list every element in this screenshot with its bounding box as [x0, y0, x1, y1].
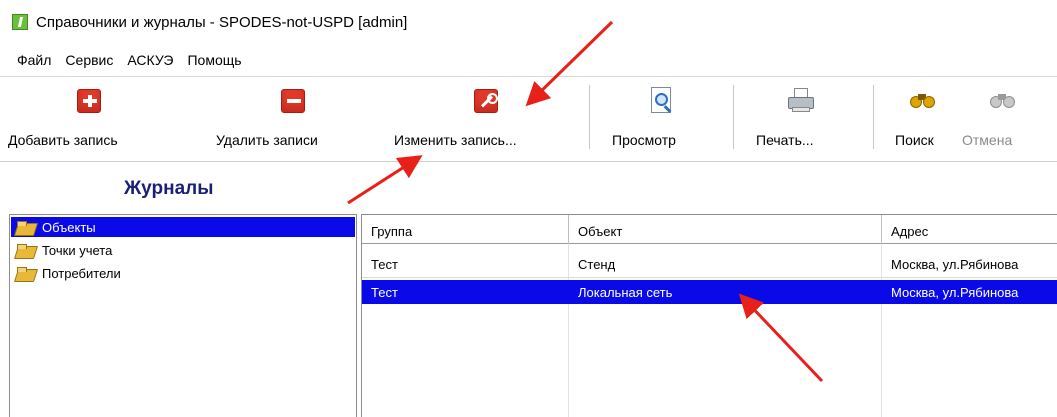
menu-bar: Файл Сервис АСКУЭ Помощь	[0, 44, 1057, 77]
tree-item-label: Объекты	[42, 219, 96, 235]
menu-service[interactable]: Сервис	[58, 52, 120, 68]
delete-records-label: Удалить записи	[216, 132, 318, 148]
tree-item-objects[interactable]: Объекты	[11, 217, 355, 237]
add-record-button[interactable]: Добавить запись	[8, 77, 170, 162]
title-bar: Справочники и журналы - SPODES-not-USPD …	[0, 0, 1057, 44]
menu-file[interactable]: Файл	[10, 52, 58, 68]
app-icon	[12, 14, 28, 30]
toolbar-separator	[873, 85, 874, 149]
edit-record-button[interactable]: Изменить запись...	[394, 77, 578, 162]
records-table: Группа Объект Адрес Тест Стенд Москва, у…	[361, 214, 1057, 417]
cancel-label: Отмена	[962, 132, 1013, 148]
search-label: Поиск	[895, 132, 934, 148]
tree-item-label: Точки учета	[42, 242, 113, 258]
table-row[interactable]: Тест Стенд Москва, ул.Рябинова	[362, 252, 1057, 276]
section-title: Журналы	[124, 178, 214, 199]
add-record-label: Добавить запись	[8, 132, 118, 148]
add-icon	[77, 89, 101, 113]
edit-record-label: Изменить запись...	[394, 132, 517, 148]
menu-askue[interactable]: АСКУЭ	[120, 52, 180, 68]
tree-item-label: Потребители	[42, 265, 121, 281]
journals-tree: Объекты Точки учета Потребители	[9, 214, 357, 417]
cell-object: Стенд	[578, 256, 616, 272]
delete-icon	[281, 89, 305, 113]
cell-group: Тест	[371, 256, 398, 272]
column-header-object[interactable]: Объект	[569, 215, 882, 244]
cell-address: Москва, ул.Рябинова	[891, 256, 1019, 272]
wrench-icon	[474, 89, 498, 113]
table-header: Группа Объект Адрес	[362, 214, 1057, 244]
window-title: Справочники и журналы - SPODES-not-USPD …	[36, 13, 408, 31]
menu-help[interactable]: Помощь	[180, 52, 248, 68]
preview-button[interactable]: Просмотр	[612, 77, 712, 162]
tree-item-metering-points[interactable]: Точки учета	[11, 240, 112, 260]
search-button[interactable]: Поиск	[895, 77, 951, 162]
cell-object: Локальная сеть	[578, 284, 673, 300]
binoculars-disabled-icon	[988, 90, 1018, 112]
tree-item-consumers[interactable]: Потребители	[11, 263, 121, 283]
printer-icon	[786, 88, 816, 114]
folder-icon	[16, 220, 34, 234]
cancel-button[interactable]: Отмена	[962, 77, 1052, 162]
folder-icon	[16, 243, 34, 257]
folder-icon	[16, 266, 34, 280]
toolbar: Добавить запись Удалить записи Изменить …	[0, 77, 1057, 162]
toolbar-separator	[589, 85, 590, 149]
toolbar-separator	[733, 85, 734, 149]
preview-label: Просмотр	[612, 132, 676, 148]
arrow-to-edit-label	[347, 155, 423, 205]
table-row[interactable]: Тест Локальная сеть Москва, ул.Рябинова	[362, 280, 1057, 304]
column-header-group[interactable]: Группа	[362, 215, 569, 244]
column-header-address[interactable]: Адрес	[882, 215, 1057, 244]
print-label: Печать...	[756, 132, 814, 148]
preview-icon	[649, 87, 675, 115]
row-divider	[362, 277, 1057, 278]
delete-records-button[interactable]: Удалить записи	[216, 77, 370, 162]
print-button[interactable]: Печать...	[756, 77, 846, 162]
cell-address: Москва, ул.Рябинова	[891, 284, 1019, 300]
binoculars-icon	[908, 90, 938, 112]
cell-group: Тест	[371, 284, 398, 300]
